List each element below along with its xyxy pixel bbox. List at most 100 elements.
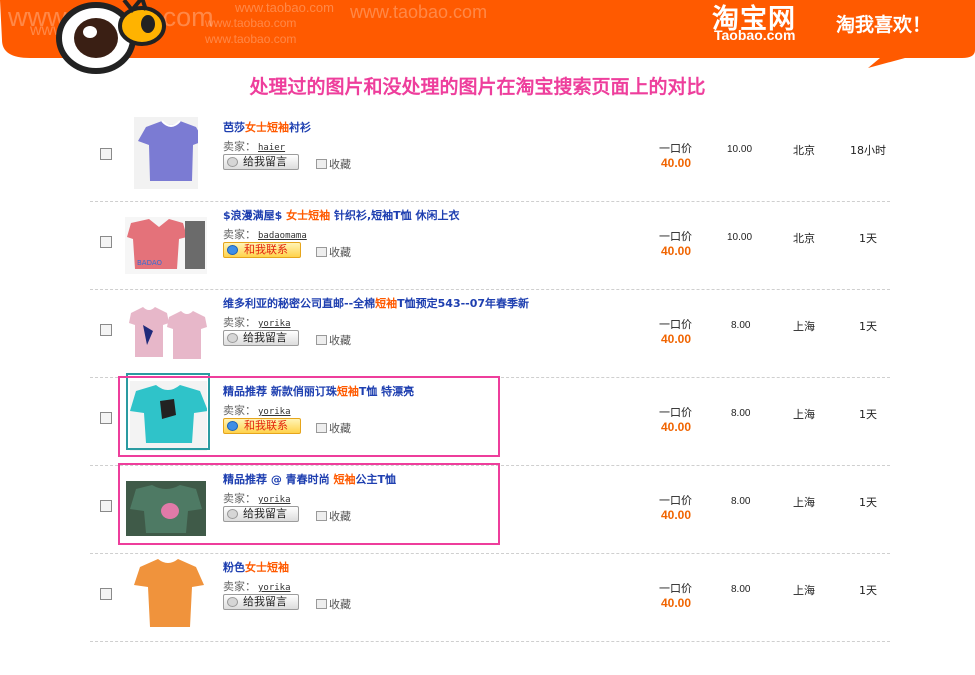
select-checkbox[interactable] — [100, 236, 112, 248]
keyword-highlight: 女士短袖 — [245, 121, 289, 134]
item-location: 上海 — [793, 320, 815, 333]
item-location: 上海 — [793, 584, 815, 597]
shipping-fee: 10.00 — [727, 232, 753, 243]
title-text: 芭莎 — [223, 121, 245, 134]
seller-prefix: 卖家： — [223, 228, 256, 241]
favorite-icon — [316, 335, 327, 345]
result-row: 粉色女士短袖 卖家： yorika 给我留言 收藏 一口价 40.00 8.00 … — [90, 554, 890, 642]
taobao-brand-url[interactable]: Taobao.com — [714, 27, 795, 43]
product-thumbnail[interactable] — [125, 301, 209, 361]
product-thumbnail[interactable] — [134, 117, 204, 189]
time-remaining: 1天 — [859, 408, 877, 421]
leave-message-label: 给我留言 — [243, 155, 287, 168]
seller-prefix: 卖家： — [223, 580, 256, 593]
favorite-label: 收藏 — [329, 334, 351, 347]
shipping-fee: 8.00 — [731, 496, 751, 507]
leave-message-button[interactable]: 给我留言 — [223, 330, 299, 346]
favorite-link[interactable]: 收藏 — [316, 156, 351, 172]
product-title-link[interactable]: 粉色女士短袖 — [223, 559, 289, 575]
time-remaining: 1天 — [859, 232, 877, 245]
watermark-text: www.taobao.com — [350, 2, 488, 22]
contact-me-label: 和我联系 — [244, 243, 288, 256]
select-checkbox[interactable] — [100, 324, 112, 336]
watermark-text: www.taobao.com — [205, 16, 297, 30]
item-location: 北京 — [793, 144, 815, 157]
favorite-link[interactable]: 收藏 — [316, 596, 351, 612]
seller-name-link[interactable]: haier — [258, 143, 285, 153]
wangwang-offline-icon — [227, 597, 238, 607]
title-text: 维多利亚的秘密公司直邮--全棉 — [223, 297, 376, 310]
seller-info: 卖家： yorika — [223, 314, 291, 330]
product-title-link[interactable]: $浪漫满屋$ 女士短袖 针织衫,短袖T恤 休闲上衣 — [223, 207, 459, 223]
title-text: 粉色 — [223, 561, 245, 574]
favorite-label: 收藏 — [329, 598, 351, 611]
price-type-label: 一口价 — [659, 406, 692, 419]
product-thumbnail[interactable] — [132, 555, 204, 633]
seller-prefix: 卖家： — [223, 316, 256, 329]
shipping-fee: 8.00 — [731, 320, 751, 331]
price-type-label: 一口价 — [659, 318, 692, 331]
comparison-highlight-box — [118, 376, 500, 457]
item-location: 上海 — [793, 496, 815, 509]
select-checkbox[interactable] — [100, 500, 112, 512]
watermark-text: www.taobao.com — [205, 32, 297, 46]
result-row: 维多利亚的秘密公司直邮--全棉短袖T恤预定543--07年春季新 卖家： yori… — [90, 290, 890, 378]
seller-prefix: 卖家： — [223, 140, 256, 153]
price-type-label: 一口价 — [659, 582, 692, 595]
time-remaining: 18小时 — [850, 144, 886, 157]
favorite-icon — [316, 159, 327, 169]
item-price: 40.00 — [661, 508, 692, 522]
price-type-label: 一口价 — [659, 142, 692, 155]
seller-info: 卖家： yorika — [223, 578, 291, 594]
keyword-highlight: 短袖 — [375, 297, 398, 310]
time-remaining: 1天 — [859, 320, 877, 333]
item-price: 40.00 — [661, 244, 692, 258]
seller-name-link[interactable]: badaomama — [258, 231, 307, 241]
item-price: 40.00 — [661, 596, 692, 610]
keyword-highlight: 女士短袖 — [286, 209, 331, 222]
select-checkbox[interactable] — [100, 588, 112, 600]
title-text: 针织衫,短袖T恤 休闲上衣 — [330, 209, 460, 222]
seller-name-link[interactable]: yorika — [258, 583, 291, 593]
header-slogan: 淘我喜欢！ — [836, 14, 932, 36]
seller-info: 卖家： badaomama — [223, 226, 307, 242]
page-title: 处理过的图片和没处理的图片在淘宝搜索页面上的对比 — [249, 76, 706, 98]
taobao-header-banner: www.taobao.com www.taobao.com www.taobao… — [0, 0, 975, 74]
shipping-fee: 8.00 — [731, 408, 751, 419]
result-row: BADAO $浪漫满屋$ 女士短袖 针织衫,短袖T恤 休闲上衣 卖家： badao… — [90, 202, 890, 290]
wangwang-offline-icon — [227, 157, 238, 167]
leave-message-button[interactable]: 给我留言 — [223, 594, 299, 610]
title-text: 衬衫 — [289, 121, 311, 134]
result-row: 芭莎女士短袖衬衫 卖家： haier 给我留言 收藏 一口价 40.00 10.0… — [90, 114, 890, 202]
title-text: $浪漫满屋$ — [223, 209, 287, 222]
leave-message-label: 给我留言 — [243, 595, 287, 608]
item-location: 上海 — [793, 408, 815, 421]
favorite-icon — [316, 599, 327, 609]
favorite-label: 收藏 — [329, 246, 351, 259]
time-remaining: 1天 — [859, 584, 877, 597]
favorite-link[interactable]: 收藏 — [316, 332, 351, 348]
price-type-label: 一口价 — [659, 494, 692, 507]
taobao-mascot-logo — [56, 0, 166, 74]
wangwang-online-icon — [227, 245, 238, 255]
leave-message-label: 给我留言 — [243, 331, 287, 344]
product-title-link[interactable]: 芭莎女士短袖衬衫 — [223, 119, 311, 135]
product-thumbnail[interactable]: BADAO — [125, 217, 207, 274]
title-text: T恤预定543--07年春季新 — [397, 297, 530, 310]
watermark-text: www.taobao.com — [235, 0, 334, 15]
favorite-icon — [316, 247, 327, 257]
comparison-highlight-box — [118, 463, 500, 545]
select-checkbox[interactable] — [100, 412, 112, 424]
favorite-link[interactable]: 收藏 — [316, 244, 351, 260]
contact-me-button[interactable]: 和我联系 — [223, 242, 301, 258]
svg-text:BADAO: BADAO — [137, 259, 163, 267]
item-price: 40.00 — [661, 332, 692, 346]
seller-name-link[interactable]: yorika — [258, 319, 291, 329]
favorite-label: 收藏 — [329, 158, 351, 171]
leave-message-button[interactable]: 给我留言 — [223, 154, 299, 170]
item-price: 40.00 — [661, 420, 692, 434]
select-checkbox[interactable] — [100, 148, 112, 160]
seller-info: 卖家： haier — [223, 138, 285, 154]
product-title-link[interactable]: 维多利亚的秘密公司直邮--全棉短袖T恤预定543--07年春季新 — [223, 295, 529, 311]
time-remaining: 1天 — [859, 496, 877, 509]
